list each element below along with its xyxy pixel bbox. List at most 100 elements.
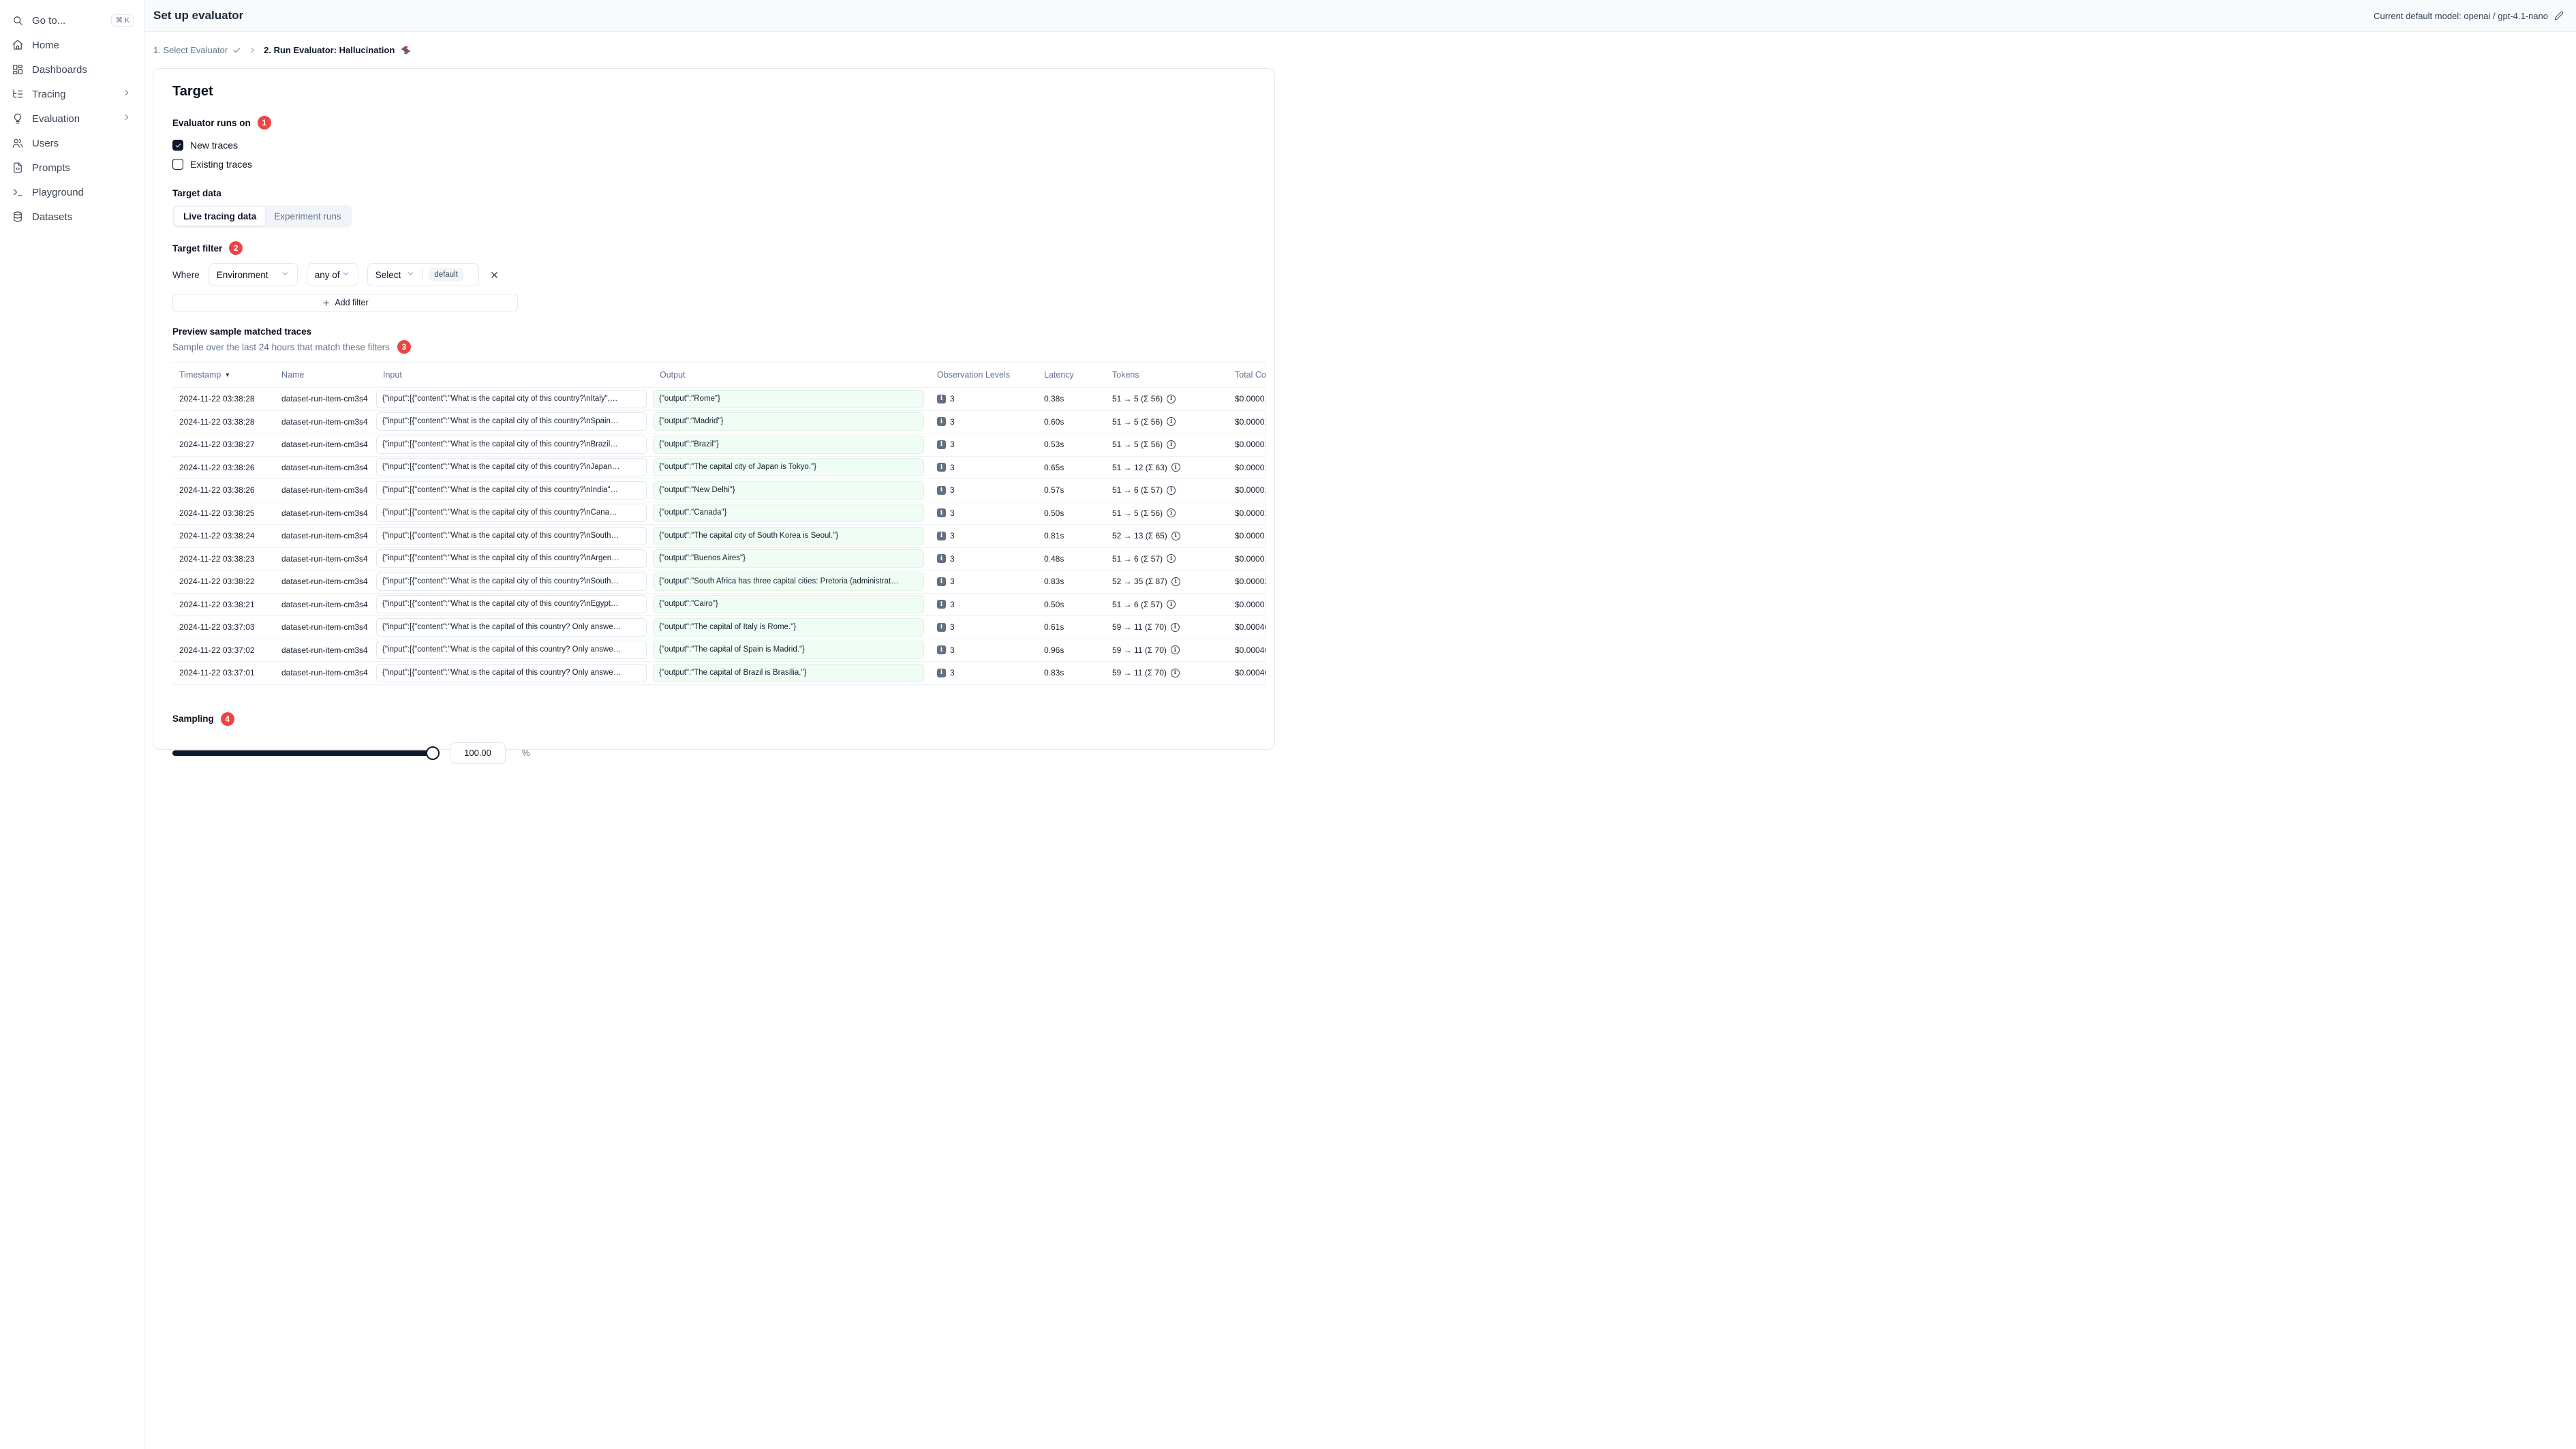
step-badge-4: 4 [220, 712, 234, 726]
goto-shortcut: ⌘ K [110, 14, 134, 27]
cell-input[interactable]: {"input":[{"content":"What is the capita… [376, 458, 647, 477]
table-row[interactable]: 2024-11-22 03:37:02 dataset-run-item-cm3… [172, 639, 1266, 662]
filter-operator-select[interactable]: any of [306, 263, 358, 286]
column-header-timestamp[interactable]: Timestamp ▼ [172, 370, 275, 380]
cell-output[interactable]: {"output":"Buenos Aires"} [653, 549, 924, 568]
cell-output[interactable]: {"output":"The capital city of Japan is … [653, 458, 924, 477]
add-filter-button[interactable]: Add filter [172, 294, 518, 311]
cell-input[interactable]: {"input":[{"content":"What is the capita… [376, 504, 647, 523]
datasets-icon [12, 211, 24, 223]
checkbox-checked-icon[interactable] [172, 140, 183, 151]
tab-experiment-runs[interactable]: Experiment runs [265, 207, 350, 226]
cell-tokens: 51 → 6 (Σ 57) i [1105, 594, 1228, 616]
column-header-output[interactable]: Output [653, 370, 930, 380]
cell-observation-levels: i 3 [930, 411, 1037, 433]
table-row[interactable]: 2024-11-22 03:37:01 dataset-run-item-cm3… [172, 662, 1266, 685]
sidebar-item-users[interactable]: Users [0, 131, 144, 155]
cell-output[interactable]: {"output":"The capital of Brazil is Bras… [653, 663, 924, 682]
cell-output[interactable]: {"output":"Canada"} [653, 504, 924, 523]
cell-output[interactable]: {"output":"Rome"} [653, 389, 924, 408]
cell-input[interactable]: {"input":[{"content":"What is the capita… [376, 617, 647, 637]
cell-input[interactable]: {"input":[{"content":"What is the capita… [376, 549, 647, 568]
cell-tokens: 52 → 13 (Σ 65) i [1105, 525, 1228, 547]
cell-output[interactable]: {"output":"Brazil"} [653, 435, 924, 454]
table-row[interactable]: 2024-11-22 03:38:23 dataset-run-item-cm3… [172, 548, 1266, 570]
edit-model-button[interactable] [2554, 11, 2564, 20]
tokens-value: 51 → 12 (Σ 63) [1112, 462, 1167, 472]
sidebar-item-tracing[interactable]: Tracing [0, 82, 144, 106]
cell-timestamp: 2024-11-22 03:38:28 [179, 394, 255, 404]
cell-input[interactable]: {"input":[{"content":"What is the capita… [376, 389, 647, 408]
filter-column-select[interactable]: Environment [208, 263, 298, 286]
sidebar-item-datasets[interactable]: Datasets [0, 204, 144, 229]
table-row[interactable]: 2024-11-22 03:37:03 dataset-run-item-cm3… [172, 616, 1266, 639]
cell-observation-levels: i 3 [930, 479, 1037, 502]
sidebar-item-home[interactable]: Home [0, 33, 144, 57]
table-row[interactable]: 2024-11-22 03:38:28 dataset-run-item-cm3… [172, 411, 1266, 433]
column-header-latency[interactable]: Latency [1037, 370, 1105, 380]
column-header-total-cost[interactable]: Total Cost [1228, 370, 1266, 380]
tokens-value: 51 → 5 (Σ 56) [1112, 508, 1163, 518]
table-row[interactable]: 2024-11-22 03:38:25 dataset-run-item-cm3… [172, 502, 1266, 525]
cell-input[interactable]: {"input":[{"content":"What is the capita… [376, 412, 647, 431]
goto-search[interactable]: Go to... ⌘ K [0, 8, 144, 33]
cell-name: dataset-run-item-cm3s4 [281, 622, 368, 632]
column-header-name[interactable]: Name [275, 370, 376, 380]
cell-total-cost: $0.000016 [1235, 531, 1266, 541]
table-row[interactable]: 2024-11-22 03:38:28 dataset-run-item-cm3… [172, 388, 1266, 411]
cell-output[interactable]: {"output":"The capital of Italy is Rome.… [653, 617, 924, 637]
cell-total-cost: $0.000011 ( [1235, 440, 1266, 450]
tab-live-tracing-data[interactable]: Live tracing data [174, 207, 266, 226]
sampling-row: Sampling 4 [172, 712, 1266, 726]
cell-output[interactable]: {"output":"New Delhi"} [653, 481, 924, 500]
column-header-input[interactable]: Input [376, 370, 653, 380]
cell-input[interactable]: {"input":[{"content":"What is the capita… [376, 572, 647, 591]
cell-input[interactable]: {"input":[{"content":"What is the capita… [376, 663, 647, 682]
cell-observation-levels: i 3 [930, 616, 1037, 639]
column-header-observation-levels[interactable]: Observation Levels [930, 370, 1037, 380]
cell-output[interactable]: {"output":"The capital of Spain is Madri… [653, 641, 924, 660]
sidebar-item-playground[interactable]: Playground [0, 180, 144, 204]
cell-output[interactable]: {"output":"Cairo"} [653, 595, 924, 614]
remove-filter-button[interactable] [488, 269, 501, 281]
cell-latency: 0.83s [1044, 577, 1064, 587]
cell-tokens: 59 → 11 (Σ 70) i [1105, 639, 1228, 662]
sidebar-item-dashboards[interactable]: Dashboards [0, 57, 144, 82]
filter-value-chip[interactable]: default [429, 268, 463, 281]
checkbox-unchecked-icon[interactable] [172, 159, 183, 170]
table-row[interactable]: 2024-11-22 03:38:26 dataset-run-item-cm3… [172, 479, 1266, 502]
sidebar-item-prompts[interactable]: Prompts [0, 155, 144, 180]
cell-tokens: 51 → 5 (Σ 56) i [1105, 502, 1228, 525]
sampling-value-input[interactable] [450, 742, 506, 764]
column-header-tokens[interactable]: Tokens [1105, 370, 1228, 380]
cell-output[interactable]: {"output":"Madrid"} [653, 412, 924, 431]
cell-output[interactable]: {"output":"South Africa has three capita… [653, 572, 924, 591]
observation-levels-icon: i [937, 463, 946, 472]
cell-output[interactable]: {"output":"The capital city of South Kor… [653, 526, 924, 545]
checkbox-existing-traces[interactable]: Existing traces [172, 155, 1266, 173]
cell-input[interactable]: {"input":[{"content":"What is the capita… [376, 481, 647, 500]
breadcrumb-step-1[interactable]: 1. Select Evaluator [153, 45, 241, 55]
table-row[interactable]: 2024-11-22 03:38:24 dataset-run-item-cm3… [172, 525, 1266, 548]
table-row[interactable]: 2024-11-22 03:38:27 dataset-run-item-cm3… [172, 433, 1266, 457]
cell-input[interactable]: {"input":[{"content":"What is the capita… [376, 641, 647, 660]
filter-value-select[interactable]: Select default [367, 263, 479, 286]
table-row[interactable]: 2024-11-22 03:38:26 dataset-run-item-cm3… [172, 457, 1266, 479]
sampling-slider-handle[interactable] [426, 746, 440, 760]
observation-levels-count: 3 [950, 599, 955, 609]
cell-input[interactable]: {"input":[{"content":"What is the capita… [376, 595, 647, 614]
table-row[interactable]: 2024-11-22 03:38:22 dataset-run-item-cm3… [172, 570, 1266, 594]
sidebar-item-evaluation[interactable]: Evaluation [0, 106, 144, 131]
home-icon [12, 39, 24, 51]
cell-name: dataset-run-item-cm3s4 [281, 599, 368, 609]
table-row[interactable]: 2024-11-22 03:38:21 dataset-run-item-cm3… [172, 594, 1266, 616]
cell-tokens: 51 → 5 (Σ 56) i [1105, 388, 1228, 410]
observation-levels-count: 3 [950, 577, 955, 587]
cell-tokens: 51 → 6 (Σ 57) i [1105, 548, 1228, 570]
observation-levels-icon: i [937, 485, 946, 495]
checkbox-new-traces[interactable]: New traces [172, 136, 1266, 154]
sampling-slider[interactable] [172, 746, 440, 760]
cell-input[interactable]: {"input":[{"content":"What is the capita… [376, 526, 647, 545]
cell-input[interactable]: {"input":[{"content":"What is the capita… [376, 435, 647, 454]
cell-tokens: 51 → 5 (Σ 56) i [1105, 433, 1228, 456]
